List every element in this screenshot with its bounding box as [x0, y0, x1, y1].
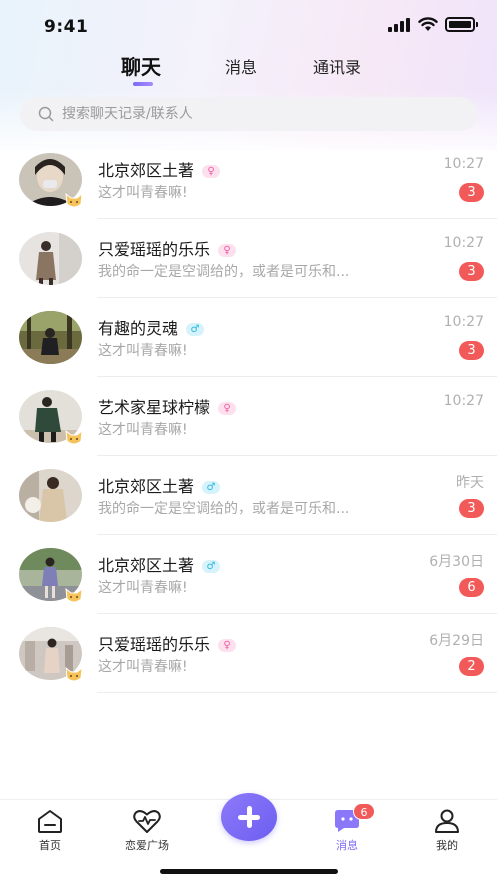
- tab-chat[interactable]: 聊天: [121, 51, 161, 80]
- chat-preview: 这才叫青春嘛!: [98, 422, 188, 438]
- chat-time: 10:27: [443, 156, 484, 172]
- chat-time: 6月30日: [429, 554, 484, 570]
- chat-name: 只爱瑶瑶的乐乐 ♀: [98, 631, 237, 655]
- tab-messages[interactable]: 消息: [225, 54, 257, 78]
- avatar: [19, 153, 83, 208]
- chat-name: 北京郊区土著 ♂: [98, 473, 221, 497]
- chat-preview: 这才叫青春嘛!: [98, 659, 188, 675]
- unread-badge: 2: [459, 657, 484, 676]
- fox-badge-icon: [65, 192, 83, 208]
- chat-preview: 我的命一定是空调给的，或者是可乐和...: [98, 264, 350, 280]
- chat-name: 有趣的灵魂 ♂: [98, 315, 205, 339]
- search-icon: [38, 106, 54, 122]
- chat-item[interactable]: 艺术家星球柠檬 ♀ 这才叫青春嘛! 10:27: [0, 377, 497, 456]
- home-icon: [38, 810, 62, 833]
- chat-item[interactable]: 只爱瑶瑶的乐乐 ♀ 我的命一定是空调给的，或者是可乐和... 10:27 3: [0, 219, 497, 298]
- battery-icon: [445, 17, 478, 32]
- chat-preview: 这才叫青春嘛!: [98, 185, 188, 201]
- chat-preview: 这才叫青春嘛!: [98, 343, 188, 359]
- avatar: [19, 548, 83, 603]
- avatar: [19, 627, 83, 682]
- signal-icon: [388, 18, 412, 32]
- chat-preview: 这才叫青春嘛!: [98, 580, 188, 596]
- home-indicator: [160, 869, 338, 874]
- status-bar: 9:41: [0, 0, 497, 50]
- chat-name: 北京郊区土著 ♂: [98, 552, 221, 576]
- chat-time: 昨天: [456, 475, 484, 491]
- chat-name: 北京郊区土著 ♀: [98, 157, 221, 181]
- tabbar-messages[interactable]: 6 消息: [307, 803, 387, 853]
- chat-time: 10:27: [443, 314, 484, 330]
- chat-preview: 我的命一定是空调给的，或者是可乐和...: [98, 501, 350, 517]
- chat-item[interactable]: 有趣的灵魂 ♂ 这才叫青春嘛! 10:27 3: [0, 298, 497, 377]
- unread-badge: 6: [459, 578, 484, 597]
- fox-badge-icon: [65, 429, 83, 445]
- top-tabs: 聊天 消息 通讯录: [0, 54, 497, 90]
- tabbar-label: 我的: [436, 839, 458, 852]
- chat-name: 艺术家星球柠檬 ♀: [98, 394, 237, 418]
- chat-item[interactable]: 北京郊区土著 ♂ 我的命一定是空调给的，或者是可乐和... 昨天 3: [0, 456, 497, 535]
- chat-name: 只爱瑶瑶的乐乐 ♀: [98, 236, 237, 260]
- tabbar-label: 恋爱广场: [125, 839, 169, 852]
- tabbar-unread-badge: 6: [353, 803, 375, 820]
- tabbar-label: 消息: [336, 839, 358, 852]
- chat-time: 6月29日: [429, 633, 484, 649]
- male-gender-icon: ♂: [202, 481, 221, 494]
- female-gender-icon: ♀: [218, 639, 237, 652]
- avatar: [19, 390, 83, 445]
- female-gender-icon: ♀: [202, 165, 221, 178]
- chat-item[interactable]: 北京郊区土著 ♀ 这才叫青春嘛! 10:27 3: [0, 140, 497, 219]
- heart-pulse-icon: [133, 810, 161, 833]
- fox-badge-icon: [65, 666, 83, 682]
- avatar: [19, 232, 82, 285]
- tab-contacts[interactable]: 通讯录: [313, 54, 361, 78]
- active-tab-indicator: [133, 82, 153, 86]
- tabbar-home[interactable]: 首页: [10, 808, 90, 853]
- chat-time: 10:27: [443, 235, 484, 251]
- tabbar-label: 首页: [39, 839, 61, 852]
- chat-list: 北京郊区土著 ♀ 这才叫青春嘛! 10:27 3 只爱瑶瑶的乐乐 ♀ 我的命一定是空…: [0, 140, 497, 693]
- search-input[interactable]: [62, 106, 442, 122]
- avatar: [19, 311, 82, 364]
- profile-icon: [435, 809, 459, 833]
- wifi-icon: [418, 17, 438, 31]
- male-gender-icon: ♂: [186, 323, 205, 336]
- unread-badge: 3: [459, 262, 484, 281]
- unread-badge: 3: [459, 183, 484, 202]
- chat-time: 10:27: [443, 393, 484, 409]
- male-gender-icon: ♂: [202, 560, 221, 573]
- female-gender-icon: ♀: [218, 244, 237, 257]
- fox-badge-icon: [65, 587, 83, 603]
- unread-badge: 3: [459, 499, 484, 518]
- chat-item[interactable]: 只爱瑶瑶的乐乐 ♀ 这才叫青春嘛! 6月29日 2: [0, 614, 497, 693]
- tabbar-me[interactable]: 我的: [407, 808, 487, 853]
- avatar: [19, 469, 82, 522]
- search-bar[interactable]: [20, 97, 477, 131]
- divider: [97, 692, 497, 693]
- female-gender-icon: ♀: [218, 402, 237, 415]
- chat-item[interactable]: 北京郊区土著 ♂ 这才叫青春嘛! 6月30日 6: [0, 535, 497, 614]
- add-button[interactable]: [221, 793, 277, 841]
- unread-badge: 3: [459, 341, 484, 360]
- tabbar-love-square[interactable]: 恋爱广场: [107, 808, 187, 853]
- status-time: 9:41: [44, 17, 89, 37]
